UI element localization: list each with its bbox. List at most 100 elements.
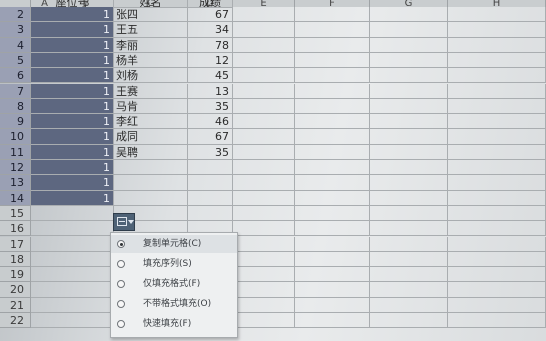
- table-cell[interactable]: [448, 114, 546, 130]
- table-cell[interactable]: [31, 251, 114, 268]
- score-cell[interactable]: 78: [188, 37, 233, 53]
- table-cell[interactable]: [370, 236, 448, 252]
- name-cell[interactable]: 吴聘: [114, 144, 188, 160]
- row-header[interactable]: 16: [0, 221, 31, 237]
- table-cell[interactable]: [370, 7, 448, 23]
- table-cell[interactable]: [448, 236, 546, 252]
- table-cell[interactable]: [370, 37, 448, 53]
- row-header[interactable]: 15: [0, 205, 31, 222]
- row-header[interactable]: 21: [0, 297, 31, 313]
- seat-number-cell[interactable]: 1: [31, 37, 114, 53]
- table-cell[interactable]: [31, 236, 114, 252]
- table-cell[interactable]: [233, 190, 295, 206]
- table-cell[interactable]: [295, 144, 370, 160]
- table-cell[interactable]: [370, 83, 448, 99]
- table-cell[interactable]: [448, 297, 546, 313]
- row-header[interactable]: 7: [0, 83, 31, 99]
- table-cell[interactable]: [233, 114, 295, 130]
- row-header[interactable]: 22: [0, 313, 31, 329]
- table-cell[interactable]: [295, 114, 370, 130]
- table-cell[interactable]: [295, 236, 370, 252]
- table-cell[interactable]: [233, 83, 295, 99]
- row-header[interactable]: 10: [0, 129, 31, 145]
- table-cell[interactable]: [295, 267, 370, 283]
- seat-number-cell[interactable]: 1: [31, 160, 114, 176]
- table-cell[interactable]: [370, 68, 448, 84]
- table-cell[interactable]: [370, 129, 448, 145]
- row-header[interactable]: 11: [0, 144, 31, 160]
- name-cell[interactable]: 杨羊: [114, 52, 188, 69]
- seat-number-cell[interactable]: 1: [31, 175, 114, 191]
- table-cell[interactable]: [448, 68, 546, 84]
- name-cell[interactable]: [114, 175, 188, 191]
- name-cell[interactable]: 李红: [114, 114, 188, 130]
- table-cell[interactable]: [188, 205, 233, 222]
- table-cell[interactable]: [370, 160, 448, 176]
- table-cell[interactable]: [233, 221, 295, 237]
- table-cell[interactable]: [295, 129, 370, 145]
- score-cell[interactable]: 13: [188, 83, 233, 99]
- table-cell[interactable]: [295, 297, 370, 313]
- name-cell[interactable]: 王赛: [114, 83, 188, 99]
- menu-item-copy-cells[interactable]: 复制单元格(C): [111, 235, 237, 253]
- table-cell[interactable]: [448, 160, 546, 176]
- score-cell[interactable]: 12: [188, 52, 233, 69]
- table-cell[interactable]: [448, 7, 546, 23]
- table-cell[interactable]: [233, 129, 295, 145]
- table-cell[interactable]: [233, 251, 295, 268]
- row-header[interactable]: 20: [0, 282, 31, 298]
- seat-number-cell[interactable]: 1: [31, 98, 114, 115]
- table-cell[interactable]: [233, 297, 295, 313]
- table-cell[interactable]: [370, 297, 448, 313]
- name-cell[interactable]: 马肯: [114, 98, 188, 115]
- table-cell[interactable]: [295, 251, 370, 268]
- row-header[interactable]: 18: [0, 251, 31, 268]
- table-cell[interactable]: [295, 190, 370, 206]
- menu-item-fill-formatting-only[interactable]: 仅填充格式(F): [111, 275, 237, 293]
- row-header[interactable]: 6: [0, 68, 31, 84]
- seat-number-cell[interactable]: 1: [31, 68, 114, 84]
- table-cell[interactable]: [448, 144, 546, 160]
- seat-number-cell[interactable]: 1: [31, 144, 114, 160]
- table-cell[interactable]: [448, 83, 546, 99]
- table-cell[interactable]: [295, 98, 370, 115]
- table-cell[interactable]: [448, 205, 546, 222]
- table-cell[interactable]: [448, 282, 546, 298]
- column-header-e[interactable]: E: [233, 0, 295, 7]
- table-cell[interactable]: [295, 313, 370, 329]
- score-cell[interactable]: [188, 160, 233, 176]
- score-cell[interactable]: 45: [188, 68, 233, 84]
- table-cell[interactable]: [31, 267, 114, 283]
- table-cell[interactable]: [370, 190, 448, 206]
- table-cell[interactable]: [295, 68, 370, 84]
- table-cell[interactable]: [233, 68, 295, 84]
- table-cell[interactable]: [295, 22, 370, 38]
- seat-number-cell[interactable]: 1: [31, 190, 114, 206]
- table-cell[interactable]: [233, 205, 295, 222]
- table-cell[interactable]: [31, 221, 114, 237]
- table-cell[interactable]: [295, 221, 370, 237]
- row-header[interactable]: 14: [0, 190, 31, 206]
- score-cell[interactable]: 35: [188, 144, 233, 160]
- name-cell[interactable]: 成同: [114, 129, 188, 145]
- name-cell[interactable]: 李丽: [114, 37, 188, 53]
- table-cell[interactable]: [370, 221, 448, 237]
- table-cell[interactable]: [295, 83, 370, 99]
- score-cell[interactable]: [188, 175, 233, 191]
- seat-number-cell[interactable]: 1: [31, 52, 114, 69]
- table-cell[interactable]: [370, 52, 448, 69]
- table-cell[interactable]: [370, 98, 448, 115]
- table-cell[interactable]: [233, 7, 295, 23]
- table-cell[interactable]: [295, 282, 370, 298]
- seat-number-cell[interactable]: 1: [31, 22, 114, 38]
- score-cell[interactable]: 67: [188, 129, 233, 145]
- table-cell[interactable]: [370, 175, 448, 191]
- row-header[interactable]: 4: [0, 37, 31, 53]
- seat-number-cell[interactable]: 1: [31, 83, 114, 99]
- table-cell[interactable]: [295, 37, 370, 53]
- menu-item-flash-fill[interactable]: 快速填充(F): [111, 315, 237, 333]
- table-cell[interactable]: [448, 221, 546, 237]
- row-header[interactable]: 9: [0, 114, 31, 130]
- name-cell[interactable]: 张四: [114, 7, 188, 23]
- row-header[interactable]: 13: [0, 175, 31, 191]
